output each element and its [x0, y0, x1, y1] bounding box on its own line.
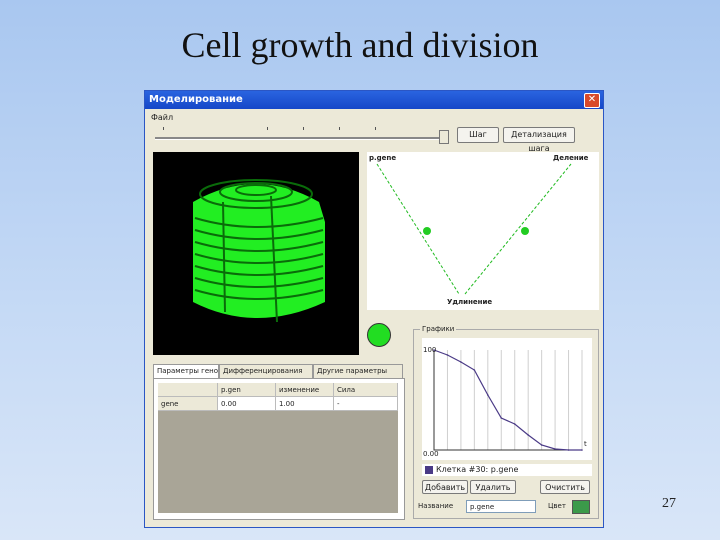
slider-tick	[303, 127, 304, 130]
slider-tick	[267, 127, 268, 130]
table-cell[interactable]: 1.00	[276, 397, 334, 411]
tab-other-parameters[interactable]: Другие параметры	[313, 364, 403, 378]
remove-graph-button[interactable]: Удалить	[470, 480, 516, 494]
diagram-label-elongation: Удлинение	[447, 298, 493, 306]
plot-axes	[433, 350, 582, 451]
data-point	[567, 449, 570, 451]
x-end-label: t	[584, 440, 587, 448]
legend-text: Клетка #30: p.gene	[436, 465, 519, 474]
data-point	[446, 354, 449, 356]
data-point	[460, 361, 462, 363]
diagram-label-gene: p.gene	[369, 154, 397, 162]
slider-tick	[339, 127, 340, 130]
parameters-table: p.gen изменение Сила gene 0.00 1.00 -	[158, 383, 398, 513]
table-row[interactable]: gene 0.00 1.00 -	[158, 397, 398, 411]
close-icon: ✕	[587, 94, 597, 105]
data-point	[581, 449, 583, 451]
slider-track	[155, 137, 443, 140]
table-cell[interactable]: 0.00	[218, 397, 276, 411]
table-header: p.gen	[218, 383, 276, 397]
line-chart: 100 0.00 t	[422, 338, 592, 460]
slider-tick	[375, 127, 376, 130]
name-label: Название	[418, 502, 454, 510]
state-transition-diagram: p.gene Деление Удлинение	[367, 152, 599, 310]
slide-title: Cell growth and division	[181, 25, 539, 65]
tab-differentiation[interactable]: Дифференцирования	[219, 364, 313, 378]
data-point	[473, 369, 476, 371]
clear-graphs-button[interactable]: Очистить	[540, 480, 590, 494]
data-point	[554, 448, 556, 450]
tab-gene-parameters[interactable]: Параметры генов	[153, 364, 219, 378]
time-slider[interactable]	[155, 125, 449, 144]
parameter-tabs: Параметры генов Дифференцирования Другие…	[153, 364, 405, 378]
data-point	[500, 417, 503, 419]
data-point	[540, 444, 543, 446]
modeling-window: Моделирование ✕ Файл Шаг Детализация шаг…	[144, 90, 604, 528]
window-titlebar[interactable]: Моделирование ✕	[145, 91, 603, 109]
table-header-row: p.gen изменение Сила	[158, 383, 398, 397]
table-header: изменение	[276, 383, 334, 397]
close-button[interactable]: ✕	[584, 93, 600, 108]
data-point	[487, 394, 489, 396]
parameters-panel: p.gen изменение Сила gene 0.00 1.00 -	[153, 378, 405, 520]
transition-arrows	[376, 163, 572, 295]
color-picker[interactable]	[572, 500, 590, 514]
page-number: 27	[662, 496, 676, 511]
table-cell[interactable]: -	[334, 397, 398, 411]
add-graph-button[interactable]: Добавить	[422, 480, 468, 494]
table-header: Сила	[334, 383, 398, 397]
diagram-label-division: Деление	[553, 154, 589, 162]
slider-tick	[163, 127, 164, 130]
data-point	[513, 423, 516, 425]
table-header	[158, 383, 218, 397]
y-max-label: 100	[423, 346, 437, 354]
cell-3d-view[interactable]	[153, 152, 359, 355]
name-field[interactable]: p.gene	[466, 500, 536, 513]
cell-icon	[367, 323, 391, 347]
data-point	[527, 434, 529, 436]
line-chart-svg	[433, 349, 583, 451]
window-title: Моделирование	[149, 94, 243, 105]
slider-thumb[interactable]	[439, 130, 449, 144]
menu-file[interactable]: Файл	[151, 113, 173, 122]
step-detail-button[interactable]: Детализация шага	[503, 127, 575, 153]
series-line	[433, 349, 582, 451]
graphs-group: Графики 100 0.00 t Клетка #30: p.gene До…	[413, 325, 599, 519]
table-cell: gene	[158, 397, 218, 411]
cell-cylinder-graphic	[193, 179, 325, 323]
graph-legend[interactable]: Клетка #30: p.gene	[422, 464, 592, 476]
y-min-label: 0.00	[423, 450, 439, 458]
color-label: Цвет	[548, 502, 566, 510]
legend-swatch	[425, 466, 433, 474]
graphs-group-label: Графики	[420, 325, 457, 333]
step-button[interactable]: Шаг	[457, 127, 499, 143]
